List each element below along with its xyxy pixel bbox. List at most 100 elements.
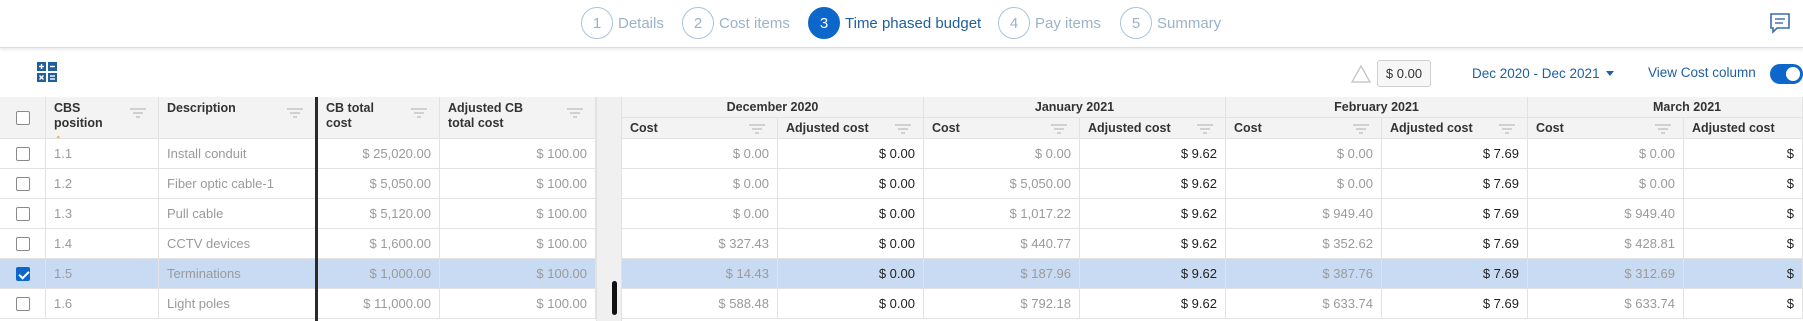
month-adjusted-cost-cell[interactable]: $ 0.00 [778,289,924,319]
month-adjusted-cost-cell[interactable]: $ 9.62 [1080,199,1226,229]
month-adjusted-cost-cell[interactable]: $ [1684,229,1803,259]
filter-icon[interactable] [1197,124,1213,134]
cost-subheader[interactable]: Cost [924,118,1080,139]
cbs-position-cell: 1.5 [46,259,159,289]
adjusted-cb-total-cost-header[interactable]: Adjusted CB total cost [440,97,596,139]
filter-icon[interactable] [130,108,146,118]
row-checkbox[interactable] [15,146,30,161]
month-adjusted-cost-cell[interactable]: $ [1684,199,1803,229]
month-cost-value: $ 792.18 [1020,296,1071,311]
frozen-column-divider[interactable] [315,97,318,321]
month-adjusted-cost-cell[interactable]: $ 7.69 [1382,259,1528,289]
date-range-label: Dec 2020 - Dec 2021 [1472,66,1600,81]
filter-icon[interactable] [1051,124,1067,134]
month-cost-value: $ 14.43 [725,266,769,281]
cbs-position-header[interactable]: CBS position↑ [46,97,159,139]
month-adjusted-cost-cell[interactable]: $ 7.69 [1382,139,1528,169]
month-cost-cell: $ 633.74 [1528,289,1684,319]
step-pay-items[interactable]: 4 Pay items [998,7,1101,39]
cb-total-cost-value: $ 11,000.00 [363,296,431,311]
select-all-checkbox[interactable] [15,110,30,125]
filter-icon[interactable] [287,108,303,118]
month-adjusted-cost-cell[interactable]: $ 9.62 [1080,259,1226,289]
step-details[interactable]: 1 Details [581,7,664,39]
cb-total-cost-value: $ 25,020.00 [362,146,431,161]
description-header[interactable]: Description [159,97,316,139]
cb-total-cost-value: $ 5,050.00 [369,176,431,191]
adjusted-cost-subheader[interactable]: Adjusted cost [778,118,924,139]
adjusted-cb-total-cost-value: $ 100.00 [536,206,587,221]
adjusted-cost-subheader[interactable]: Adjusted cost [1382,118,1528,139]
description-cell: Fiber optic cable-1 [159,169,316,199]
pane-splitter[interactable] [596,97,622,321]
calculator-icon[interactable] [36,61,58,83]
cost-subheader[interactable]: Cost [622,118,778,139]
month-adjusted-cost-cell[interactable]: $ 0.00 [778,229,924,259]
cbs-position-label: CBS position [54,101,103,130]
month-adjusted-cost-value: $ 9.62 [1180,296,1217,311]
step-summary[interactable]: 5 Summary [1120,7,1221,39]
cb-total-cost-header[interactable]: CB total cost [318,97,440,139]
filter-icon[interactable] [567,108,583,118]
filter-icon[interactable] [895,124,911,134]
date-range-dropdown[interactable]: Dec 2020 - Dec 2021 [1472,66,1614,81]
month-adjusted-cost-cell[interactable]: $ 9.62 [1080,229,1226,259]
month-adjusted-cost-cell[interactable]: $ 0.00 [778,139,924,169]
month-cost-value: $ 0.00 [1034,146,1071,161]
step-cost-items[interactable]: 2 Cost items [682,7,790,39]
month-adjusted-cost-cell[interactable]: $ [1684,169,1803,199]
month-cost-value: $ 0.00 [732,146,769,161]
month-adjusted-cost-cell[interactable]: $ 0.00 [778,259,924,289]
month-adjusted-cost-cell[interactable]: $ 9.62 [1080,289,1226,319]
month-adjusted-cost-cell[interactable]: $ 7.69 [1382,199,1528,229]
vertical-scrollbar-thumb[interactable] [612,281,617,315]
adjusted-cb-total-cost-value: $ 100.00 [536,176,587,191]
month-cost-cell: $ 0.00 [1226,169,1382,199]
description-value: Install conduit [167,146,247,161]
month-cost-value: $ 327.43 [718,236,769,251]
adjusted-cb-total-cost-cell: $ 100.00 [440,199,596,229]
filter-icon[interactable] [1499,124,1515,134]
month-cost-value: $ 0.00 [1336,176,1373,191]
cost-subheader[interactable]: Cost [1226,118,1382,139]
month-adjusted-cost-value: $ 7.69 [1482,296,1519,311]
month-adjusted-cost-cell[interactable]: $ 9.62 [1080,139,1226,169]
row-checkbox[interactable] [15,236,30,251]
month-adjusted-cost-value: $ [1786,176,1794,191]
filter-icon[interactable] [749,124,765,134]
row-checkbox[interactable] [15,176,30,191]
month-adjusted-cost-cell[interactable]: $ 7.69 [1382,289,1528,319]
month-adjusted-cost-cell[interactable]: $ [1684,259,1803,289]
month-adjusted-cost-cell[interactable]: $ 9.62 [1080,169,1226,199]
description-cell: CCTV devices [159,229,316,259]
time-phased-budget-grid: CBS position↑ Description CB total cost Adj… [0,97,1803,321]
filter-icon[interactable] [411,108,427,118]
step-label: Time phased budget [845,14,982,32]
month-adjusted-cost-cell[interactable]: $ 7.69 [1382,229,1528,259]
row-checkbox[interactable] [15,266,30,281]
filter-icon[interactable] [1353,124,1369,134]
month-cost-cell: $ 0.00 [622,169,778,199]
month-adjusted-cost-value: $ 0.00 [878,236,915,251]
month-cost-cell: $ 14.43 [622,259,778,289]
cbs-position-cell: 1.1 [46,139,159,169]
row-checkbox[interactable] [15,206,30,221]
sort-ascending-icon[interactable]: ↑ [55,131,62,138]
month-adjusted-cost-cell[interactable]: $ [1684,139,1803,169]
row-checkbox[interactable] [15,296,30,311]
step-number: 4 [998,7,1030,39]
adjusted-cost-subheader[interactable]: Adjusted cost [1684,118,1803,139]
view-cost-column-toggle[interactable] [1770,64,1803,84]
adjusted-cb-total-cost-value: $ 100.00 [536,146,587,161]
month-cost-cell: $ 327.43 [622,229,778,259]
filter-icon[interactable] [1655,124,1671,134]
step-time-phased-budget[interactable]: 3 Time phased budget [808,7,981,39]
month-adjusted-cost-cell[interactable]: $ [1684,289,1803,319]
month-adjusted-cost-cell[interactable]: $ 7.69 [1382,169,1528,199]
cost-subheader[interactable]: Cost [1528,118,1684,139]
month-adjusted-cost-cell[interactable]: $ 0.00 [778,199,924,229]
month-adjusted-cost-cell[interactable]: $ 0.00 [778,169,924,199]
month-adjusted-cost-value: $ [1786,206,1794,221]
comment-icon[interactable] [1769,12,1791,34]
adjusted-cost-subheader[interactable]: Adjusted cost [1080,118,1226,139]
